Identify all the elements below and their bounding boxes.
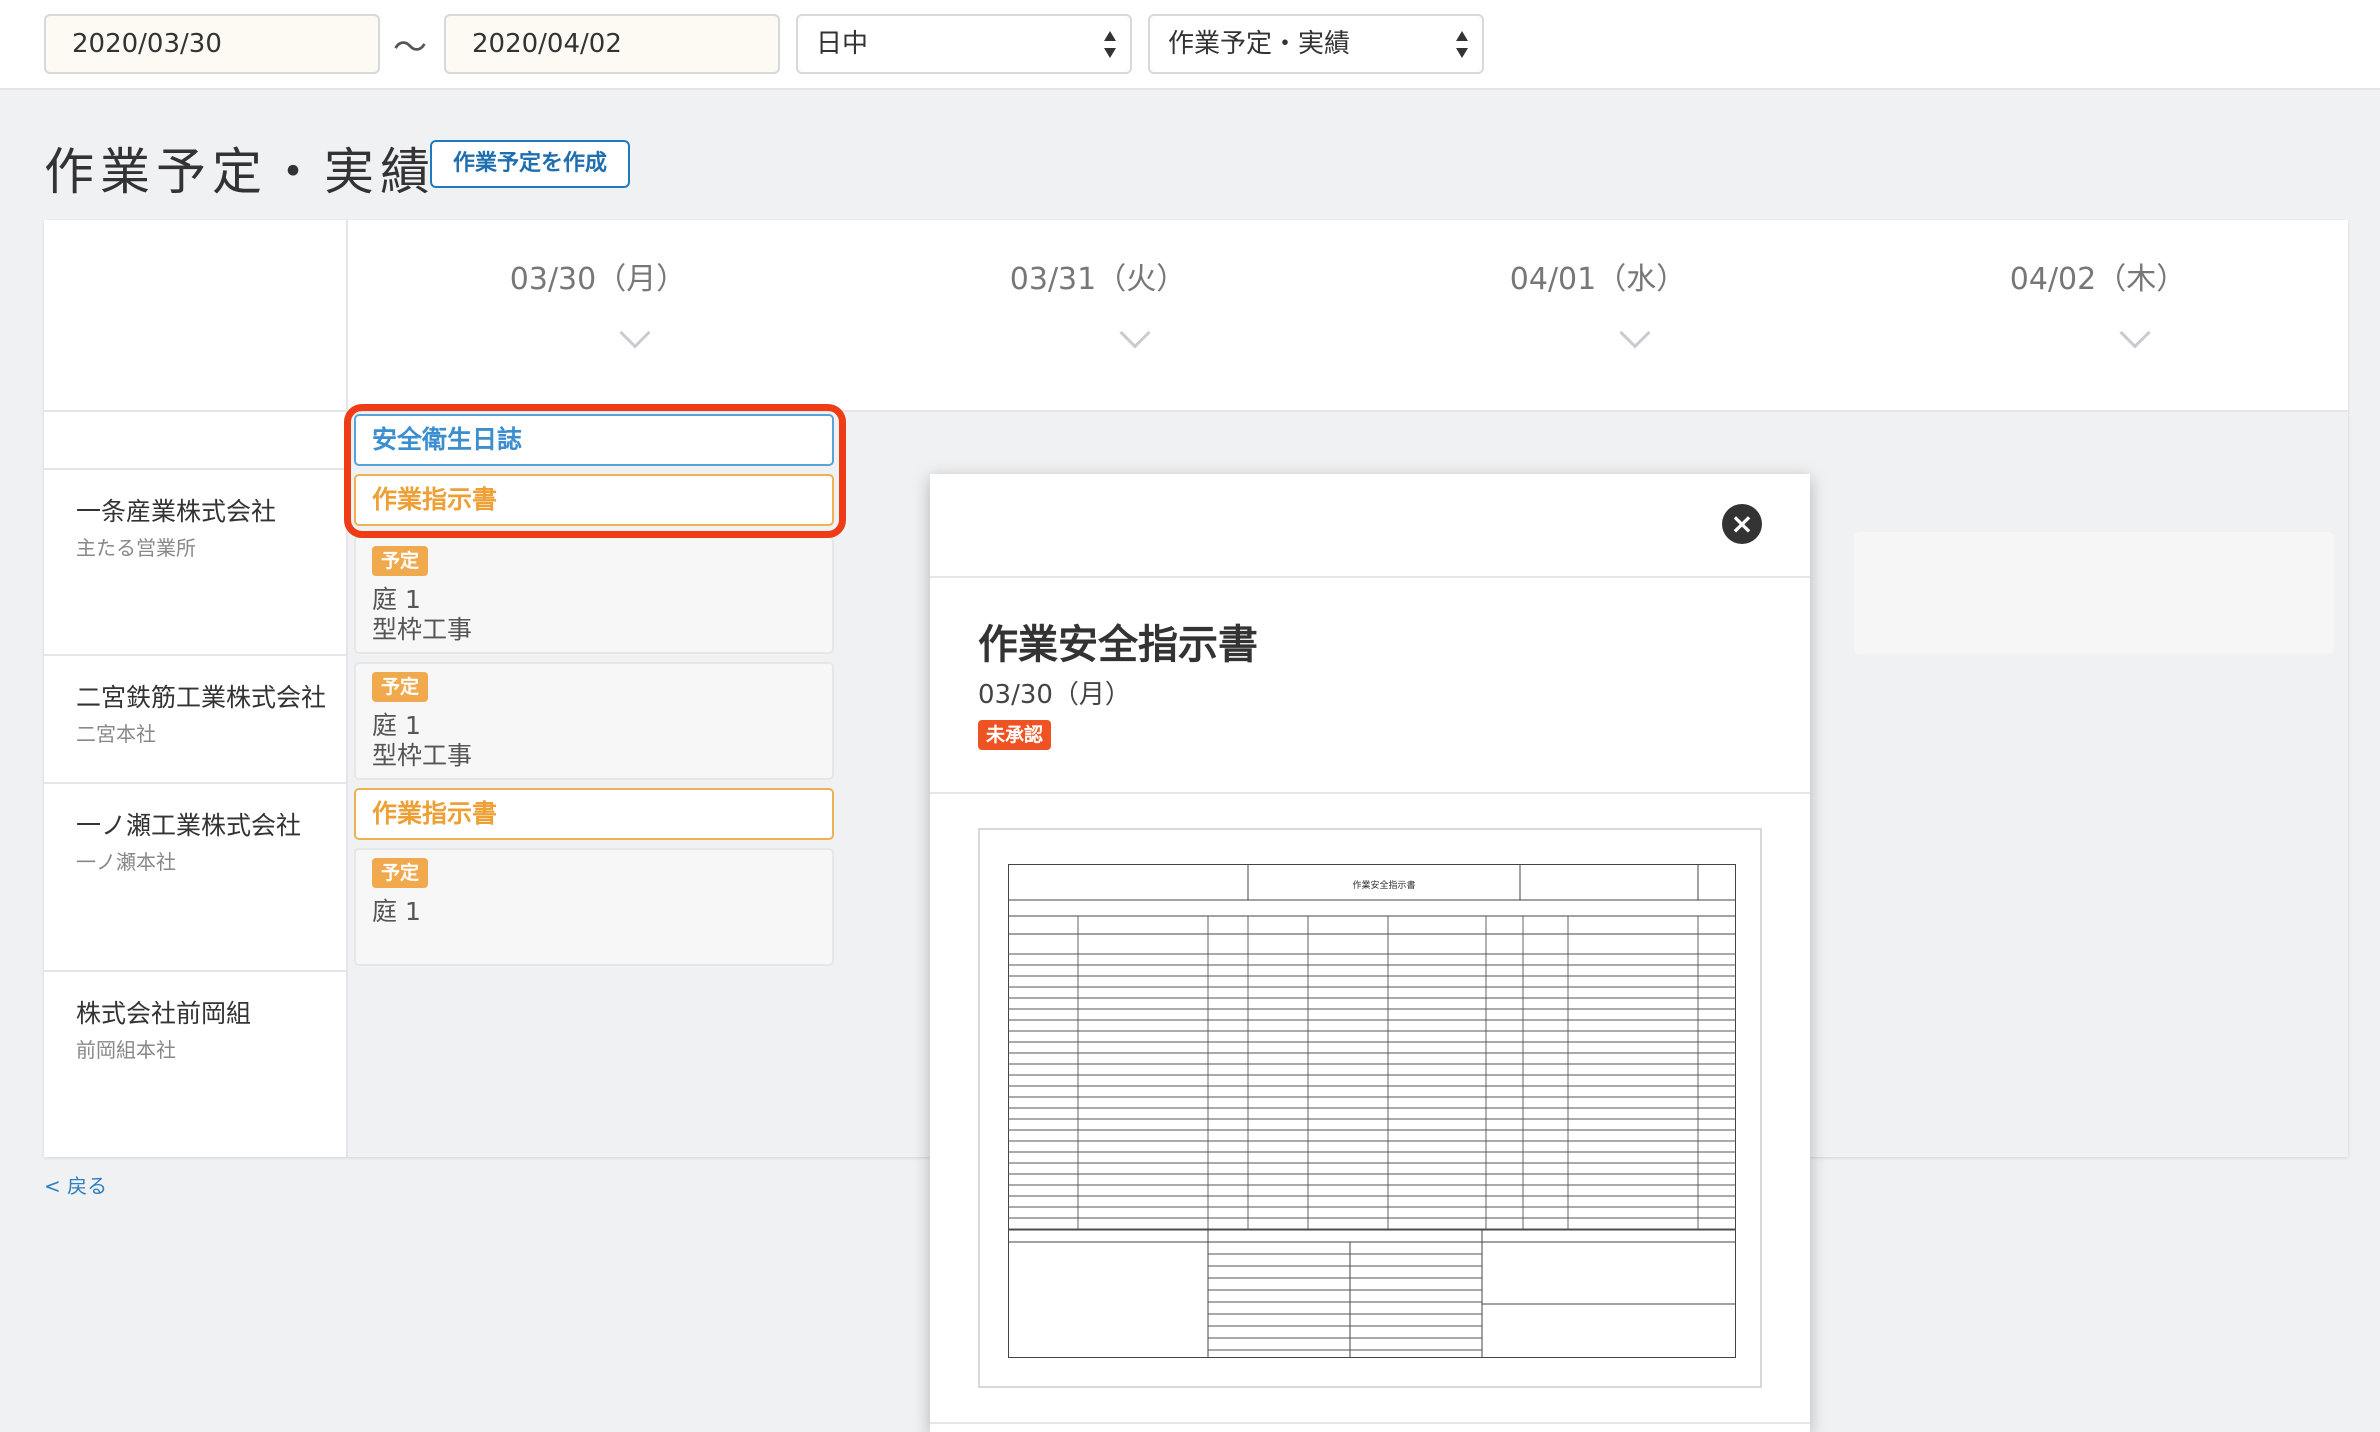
create-plan-button[interactable]: 作業予定を作成 <box>430 140 630 188</box>
date-label: 04/01（水） <box>1509 262 1687 297</box>
date-label: 03/31（火） <box>1009 262 1187 297</box>
plan-badge: 予定 <box>372 858 428 888</box>
company-name: 一条産業株式会社 <box>76 497 277 526</box>
work-instruction-button[interactable]: 作業指示書 <box>354 788 834 840</box>
company-name: 一ノ瀬工業株式会社 <box>76 811 302 840</box>
company-row: 株式会社前岡組 前岡組本社 <box>44 972 348 1157</box>
company-column: 一条産業株式会社 主たる営業所 二宮鉄筋工業株式会社 二宮本社 一ノ瀬工業株式会… <box>44 220 348 1157</box>
date-label: 04/02（木） <box>2009 262 2187 297</box>
modal-footer-divider <box>930 1422 1810 1424</box>
company-office: 一ノ瀬本社 <box>76 850 176 874</box>
plan-badge: 予定 <box>372 672 428 702</box>
range-separator: 〜 <box>393 28 427 68</box>
modal-divider <box>930 792 1810 794</box>
close-icon[interactable]: × <box>1722 504 1762 544</box>
plan-card[interactable]: 予定 庭 1 型枠工事 <box>354 662 834 780</box>
page-title: 作業予定・実績 <box>44 143 436 201</box>
chevron-down-icon[interactable] <box>2119 317 2151 349</box>
date-label: 03/30（月） <box>509 262 687 297</box>
document-modal: × 作業安全指示書 03/30（月） 未承認 作業安全指示書 <box>930 474 1810 1432</box>
shift-select[interactable]: 日中 <box>796 14 1132 74</box>
chevron-down-icon[interactable] <box>1619 317 1651 349</box>
plan-location: 庭 1 <box>372 897 421 926</box>
view-select[interactable]: 作業予定・実績 <box>1148 14 1484 74</box>
document-title-text: 作業安全指示書 <box>1352 879 1415 891</box>
header-blank <box>44 220 348 412</box>
select-arrows-icon <box>1102 31 1118 59</box>
company-name: 株式会社前岡組 <box>76 999 252 1028</box>
highlight-box <box>344 404 846 538</box>
empty-cell-placeholder <box>1854 532 2334 654</box>
plan-card[interactable]: 予定 庭 1 <box>354 848 834 966</box>
plan-work-type: 型枠工事 <box>372 741 473 770</box>
plan-work-type: 型枠工事 <box>372 615 473 644</box>
plan-badge: 予定 <box>372 546 428 576</box>
chevron-down-icon[interactable] <box>1119 317 1151 349</box>
view-select-value: 作業予定・実績 <box>1168 29 1351 59</box>
status-badge: 未承認 <box>978 720 1052 750</box>
company-office: 前岡組本社 <box>76 1038 176 1062</box>
modal-date: 03/30（月） <box>978 680 1131 710</box>
modal-header: × <box>930 474 1810 578</box>
date-header: 03/30（月） 03/31（火） 04/01（水） 04/02（木） <box>348 220 2348 412</box>
document-thumbnail: 作業安全指示書 <box>1008 864 1736 1358</box>
company-office: 二宮本社 <box>76 722 156 746</box>
company-row: 一条産業株式会社 主たる営業所 <box>44 470 348 656</box>
back-link[interactable]: < 戻る <box>44 1170 107 1199</box>
select-arrows-icon <box>1454 31 1470 59</box>
company-office: 主たる営業所 <box>76 536 196 560</box>
chevron-down-icon[interactable] <box>619 317 651 349</box>
shift-select-value: 日中 <box>816 29 869 59</box>
company-row: 二宮鉄筋工業株式会社 二宮本社 <box>44 656 348 784</box>
date-to-input[interactable]: 2020/04/02 <box>444 14 780 74</box>
company-name: 二宮鉄筋工業株式会社 <box>76 683 327 712</box>
filter-bar: 2020/03/30 〜 2020/04/02 日中 作業予定・実績 <box>0 0 2380 90</box>
date-from-input[interactable]: 2020/03/30 <box>44 14 380 74</box>
modal-title: 作業安全指示書 <box>978 622 1258 668</box>
company-row: 一ノ瀬工業株式会社 一ノ瀬本社 <box>44 784 348 972</box>
document-preview[interactable]: 作業安全指示書 <box>978 828 1762 1388</box>
empty-row <box>44 412 348 470</box>
plan-card[interactable]: 予定 庭 1 型枠工事 <box>354 536 834 654</box>
